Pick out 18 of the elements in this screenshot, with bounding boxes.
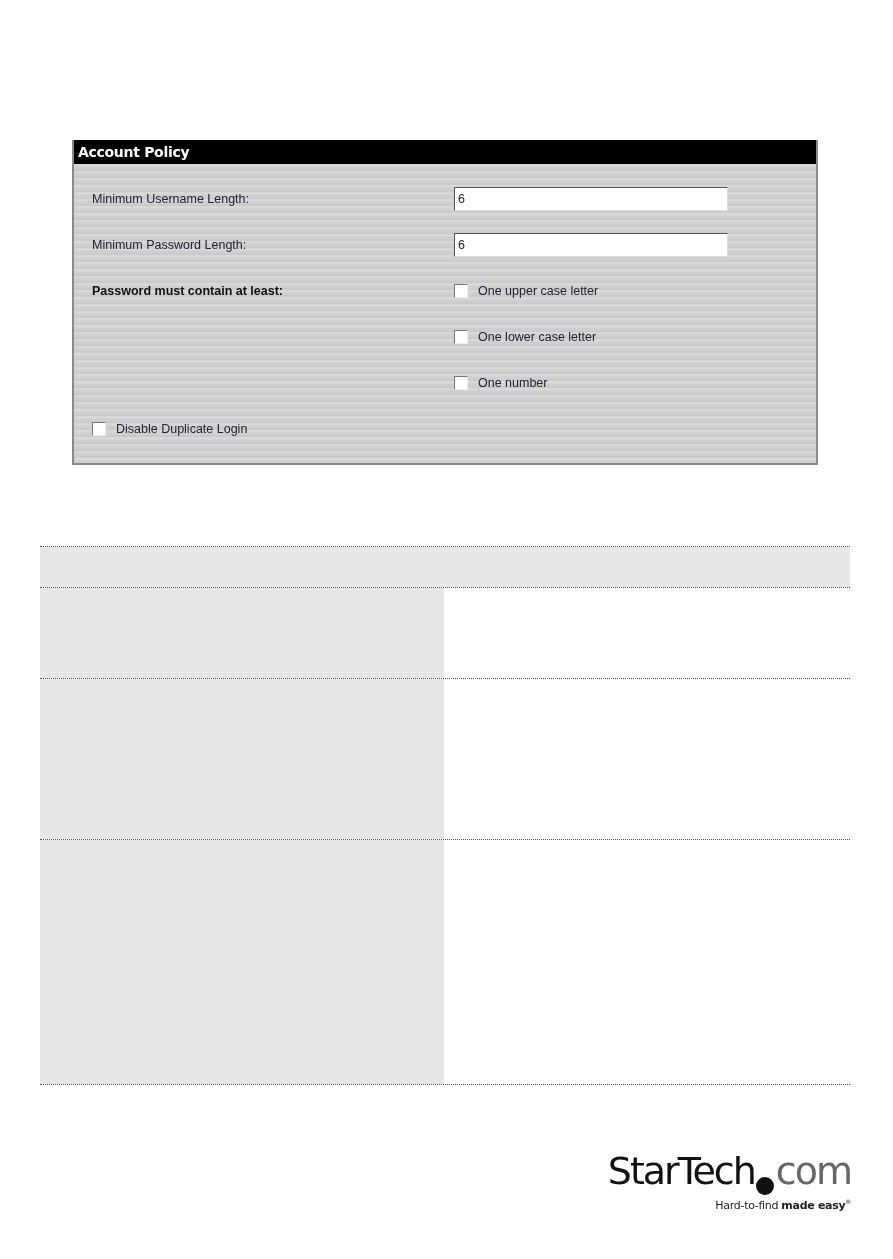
panel-title: Account Policy	[74, 140, 816, 164]
logo-tagline: Hard-to-find made easy$^{®}$	[715, 1198, 851, 1212]
logo-suffix: com	[775, 1152, 851, 1190]
requirement-label: Password must contain at least:	[92, 284, 285, 298]
logo-wordmark: StarTech	[607, 1152, 755, 1190]
field-label: Minimum Username Length:	[92, 192, 250, 206]
checkbox-label: One lower case letter	[478, 330, 597, 344]
checkbox-label: One upper case letter	[478, 284, 599, 298]
field-label: Minimum Password Length:	[92, 238, 248, 252]
checkbox[interactable]	[92, 422, 106, 436]
logo-dot-icon	[754, 1176, 775, 1196]
checkbox[interactable]	[454, 330, 468, 344]
checkbox-label: Disable Duplicate Login	[116, 422, 248, 436]
input-field[interactable]: 6	[454, 187, 728, 211]
checkbox[interactable]	[454, 376, 468, 390]
checkbox-label: One number	[478, 376, 548, 390]
input-field[interactable]: 6	[454, 233, 728, 257]
checkbox[interactable]	[454, 284, 468, 298]
